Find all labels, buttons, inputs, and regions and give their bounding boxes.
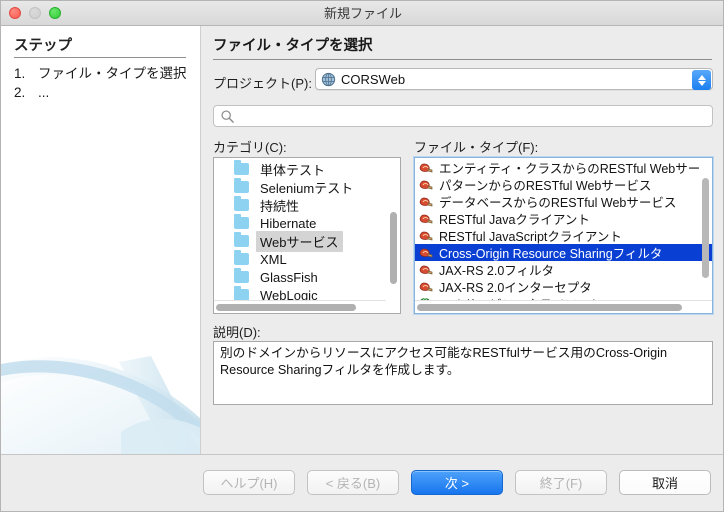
steps-heading-divider (14, 57, 186, 58)
decorative-swoosh-graphic (1, 356, 200, 454)
page-title: ファイル・タイプを選択 (213, 38, 373, 54)
filetype-label: ファイル・タイプ(F): (414, 140, 539, 155)
step-label: ... (38, 85, 50, 100)
step-item: 2. ... (14, 83, 200, 102)
folder-icon (234, 232, 249, 247)
search-input[interactable] (239, 106, 699, 126)
category-horizontal-scrollbar[interactable] (214, 300, 386, 313)
globe-icon (321, 72, 336, 87)
folder-icon (234, 160, 249, 175)
scrollbar-thumb[interactable] (417, 304, 682, 311)
dialog-footer: ヘルプ(H) < 戻る(B) 次 > 終了(F) 取消 (1, 454, 723, 511)
category-vertical-scrollbar[interactable] (390, 212, 397, 284)
steps-heading: ステップ (14, 38, 72, 54)
filter-search-box[interactable] (213, 105, 713, 127)
steps-list: 1. ファイル・タイプを選択 2. ... (14, 64, 200, 102)
title-bar: 新規ファイル (1, 1, 723, 26)
help-button[interactable]: ヘルプ(H) (203, 470, 295, 495)
category-item-label: Hibernate (260, 215, 317, 231)
cancel-button[interactable]: 取消 (619, 470, 711, 495)
steps-sidebar: ステップ 1. ファイル・タイプを選択 2. ... (1, 26, 201, 454)
window-title: 新規ファイル (323, 6, 402, 21)
folder-icon (234, 196, 249, 211)
restful-service-icon (419, 180, 433, 189)
folder-icon (234, 178, 249, 193)
list-item[interactable]: Seleniumテスト (214, 178, 386, 196)
filetype-vertical-scrollbar[interactable] (702, 178, 709, 278)
restful-service-icon (419, 163, 433, 172)
list-item[interactable]: GlassFish (214, 268, 386, 286)
description-label: 説明(D): (213, 325, 261, 340)
step-number: 2. (14, 85, 26, 100)
project-selected-value: CORSWeb (341, 72, 406, 87)
scrollbar-thumb[interactable] (216, 304, 356, 311)
up-down-arrows-icon[interactable] (692, 70, 711, 90)
list-item[interactable]: データベースからのRESTful Webサービス (415, 193, 712, 210)
project-combobox[interactable]: CORSWeb (315, 68, 713, 90)
category-item-label: Webサービス (256, 230, 343, 252)
filetype-listbox[interactable]: エンティティ・クラスからのRESTful Webサー パターンからのRESTfu… (413, 156, 714, 315)
filetype-horizontal-scrollbar[interactable] (415, 300, 712, 313)
list-item[interactable]: JAX-RS 2.0フィルタ (415, 261, 712, 278)
category-item-label: 持続性 (260, 198, 300, 214)
list-item[interactable]: パターンからのRESTful Webサービス (415, 176, 712, 193)
list-item-selected[interactable]: Cross-Origin Resource Sharingフィルタ (415, 244, 712, 261)
restful-service-icon (419, 265, 433, 274)
new-file-dialog-window: 新規ファイル ステップ 1. ファイル・タイプを選択 2. ... ファイル・タ… (0, 0, 724, 512)
step-item: 1. ファイル・タイプを選択 (14, 64, 200, 83)
category-item-label: GlassFish (260, 269, 318, 285)
restful-service-icon (419, 231, 433, 240)
main-panel: ファイル・タイプを選択 プロジェクト(P): CORSWeb カテゴリ(C): … (202, 26, 723, 454)
list-item[interactable]: RESTful JavaScriptクライアント (415, 227, 712, 244)
description-box: 別のドメインからリソースにアクセス可能なRESTfulサービス用のCross-O… (213, 341, 713, 405)
list-item-selected[interactable]: Webサービス (214, 230, 386, 252)
step-label: ファイル・タイプを選択 (38, 66, 187, 81)
project-label: プロジェクト(P): (213, 76, 312, 91)
restful-service-icon (419, 197, 433, 206)
step-number: 1. (14, 66, 26, 81)
restful-service-icon (419, 214, 433, 223)
folder-icon (234, 268, 249, 283)
category-label: カテゴリ(C): (213, 140, 287, 155)
folder-icon (234, 214, 249, 229)
category-items: 単体テスト Seleniumテスト 持続性 Hibernate Webサービス (214, 160, 386, 304)
list-item[interactable]: RESTful Javaクライアント (415, 210, 712, 227)
list-item[interactable]: Hibernate (214, 214, 386, 232)
page-title-divider (213, 59, 712, 60)
category-listbox[interactable]: 単体テスト Seleniumテスト 持続性 Hibernate Webサービス (213, 157, 401, 314)
description-text: 別のドメインからリソースにアクセス可能なRESTfulサービス用のCross-O… (220, 346, 671, 377)
list-item[interactable]: エンティティ・クラスからのRESTful Webサー (415, 159, 712, 176)
next-button[interactable]: 次 > (411, 470, 503, 495)
search-icon (221, 110, 234, 123)
filetype-items: エンティティ・クラスからのRESTful Webサー パターンからのRESTfu… (415, 159, 712, 312)
restful-service-icon (419, 282, 433, 291)
list-item[interactable]: 単体テスト (214, 160, 386, 178)
back-button[interactable]: < 戻る(B) (307, 470, 399, 495)
category-item-label: XML (260, 251, 287, 267)
folder-icon (234, 250, 249, 265)
dialog-buttons: ヘルプ(H) < 戻る(B) 次 > 終了(F) 取消 (203, 470, 711, 495)
list-item[interactable]: 持続性 (214, 196, 386, 214)
finish-button[interactable]: 終了(F) (515, 470, 607, 495)
list-item[interactable]: JAX-RS 2.0インターセプタ (415, 278, 712, 295)
restful-service-icon (419, 248, 433, 257)
list-item[interactable]: XML (214, 250, 386, 268)
